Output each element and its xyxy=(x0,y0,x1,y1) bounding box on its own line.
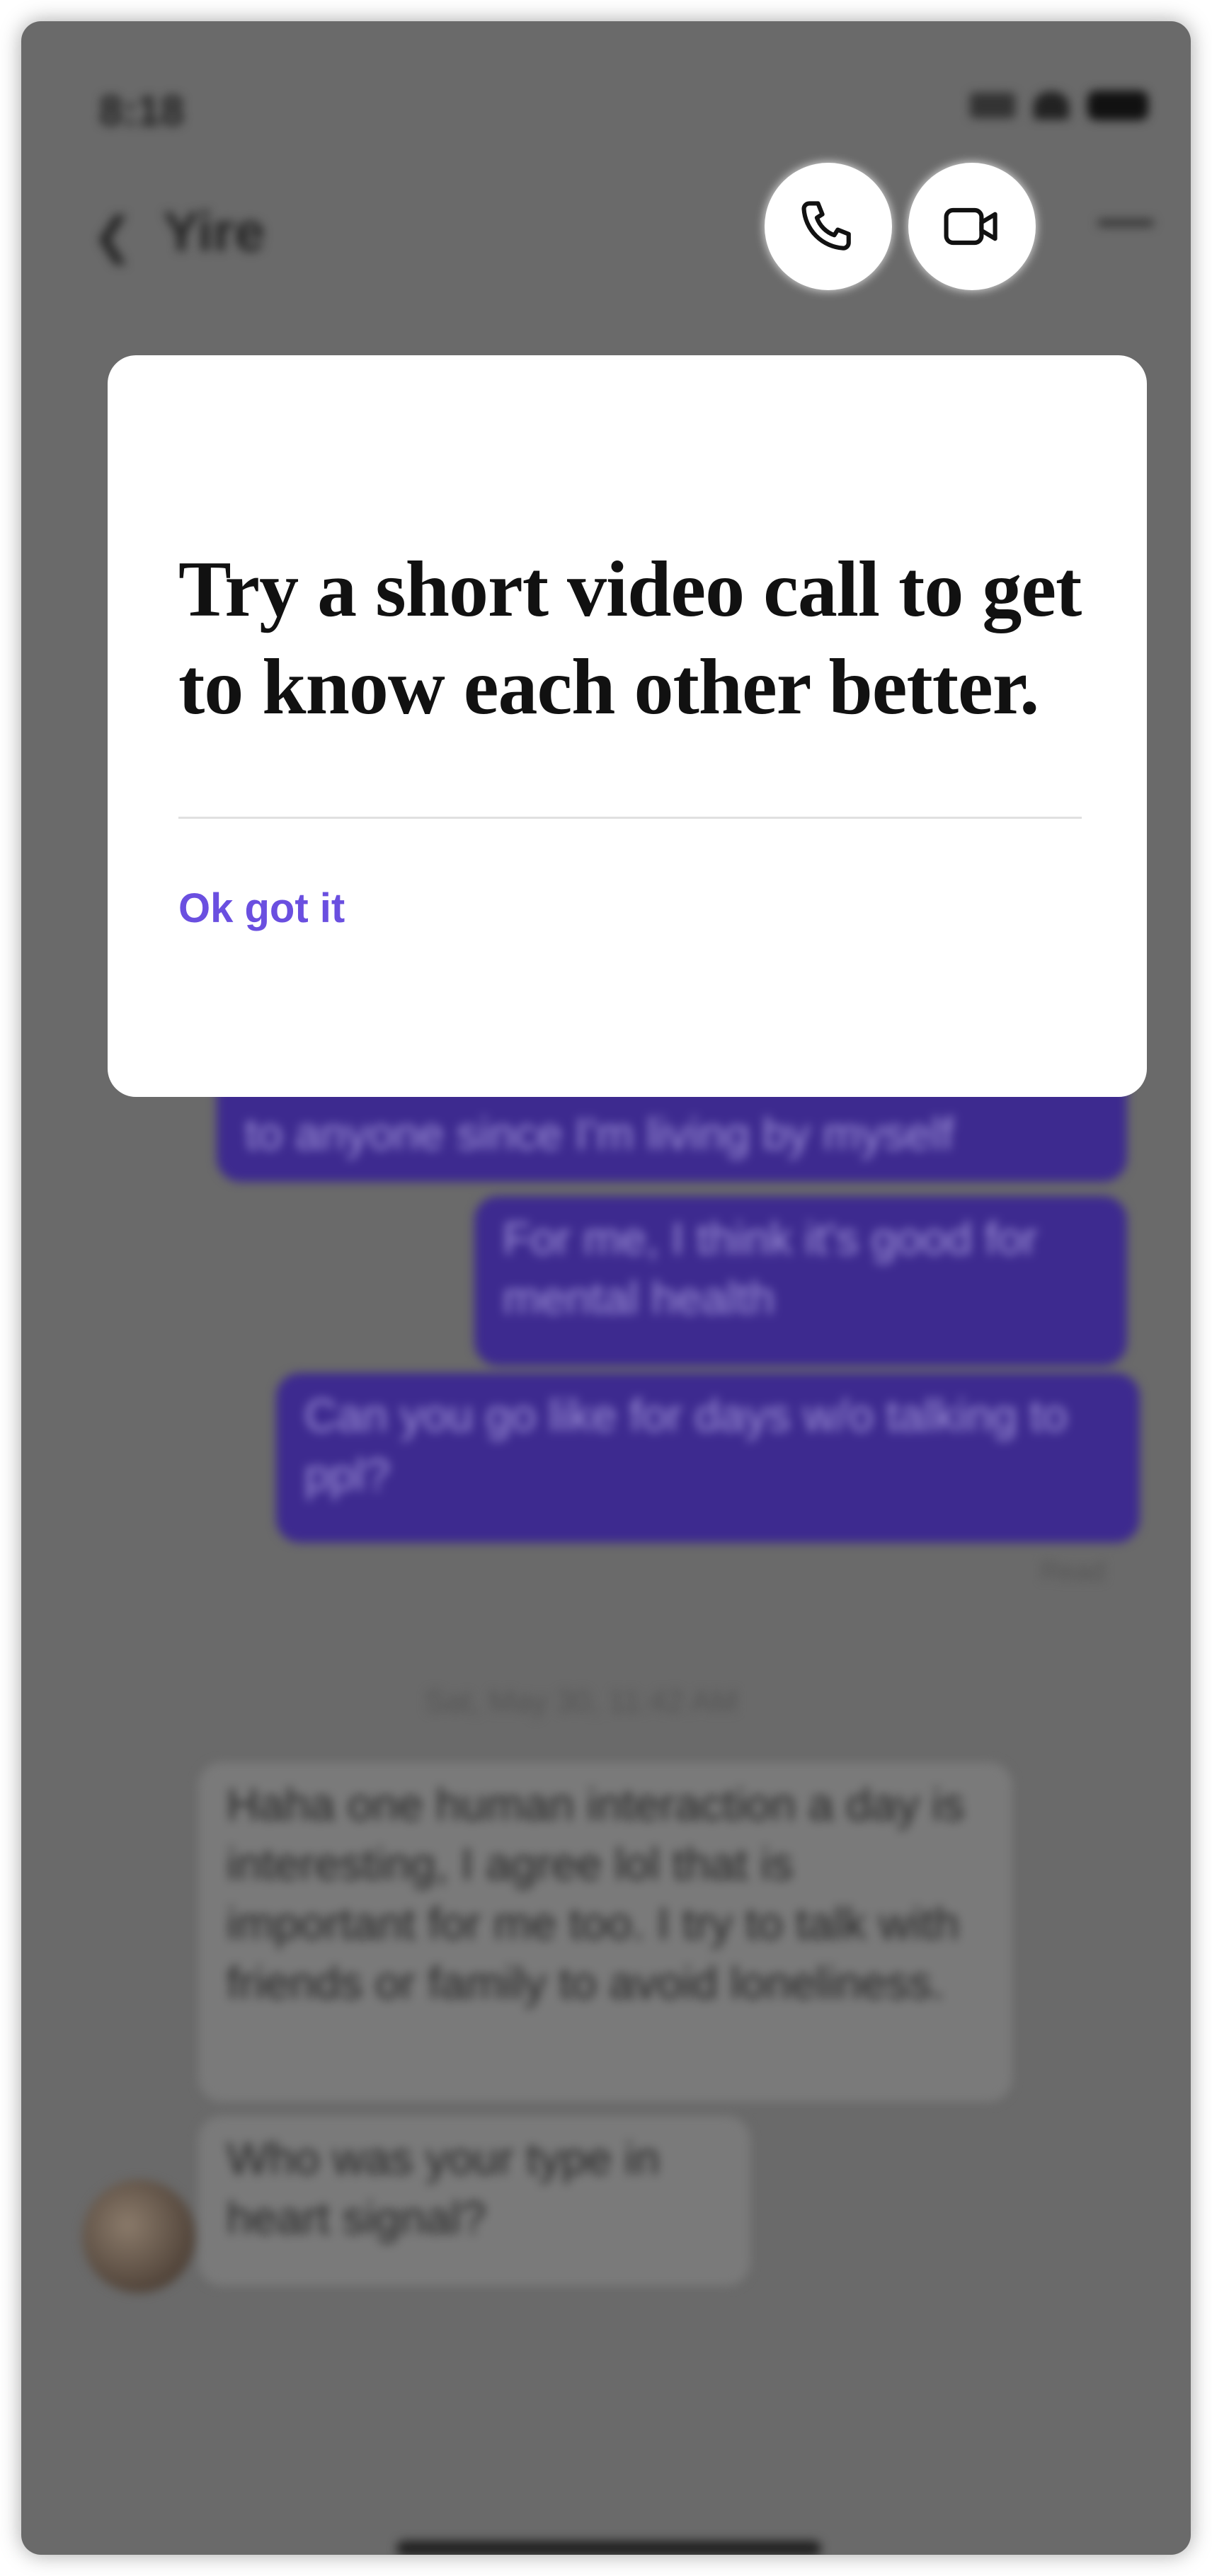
message-bubble-incoming: Haha one human interaction a day is inte… xyxy=(198,1762,1012,2102)
status-icons xyxy=(970,91,1148,120)
dialog-divider xyxy=(178,817,1082,819)
dialog-title: Try a short video call to get to know ea… xyxy=(178,546,1082,731)
read-receipt: Read xyxy=(1041,1557,1105,1587)
message-bubble-outgoing: For me, I think it's good for mental hea… xyxy=(474,1196,1127,1366)
ok-got-it-button[interactable]: Ok got it xyxy=(178,885,345,932)
message-bubble-outgoing: Can you go like for days w/o talking to … xyxy=(276,1373,1140,1543)
back-icon[interactable]: ❮ xyxy=(92,207,134,265)
battery-icon xyxy=(1087,91,1148,120)
message-timestamp: Sat, May 30, 11:42 AM xyxy=(425,1684,738,1719)
phone-icon xyxy=(801,201,851,251)
video-camera-icon xyxy=(944,207,997,246)
contact-avatar[interactable] xyxy=(82,2180,195,2293)
signal-icon xyxy=(970,93,1015,118)
wifi-icon xyxy=(1034,91,1069,120)
status-time: 8:18 xyxy=(99,87,185,134)
home-indicator xyxy=(396,2541,821,2555)
message-bubble-incoming: Who was your type in heart signal? xyxy=(198,2116,750,2286)
contact-name[interactable]: Yire xyxy=(163,200,265,264)
voice-call-button[interactable] xyxy=(765,163,892,290)
phone-screen: 8:18 ❮ Yire to anyone since I'm living b… xyxy=(21,21,1191,2555)
video-call-tip-dialog: Try a short video call to get to know ea… xyxy=(108,355,1147,1097)
more-icon[interactable] xyxy=(1097,219,1154,226)
video-call-button[interactable] xyxy=(908,163,1036,290)
